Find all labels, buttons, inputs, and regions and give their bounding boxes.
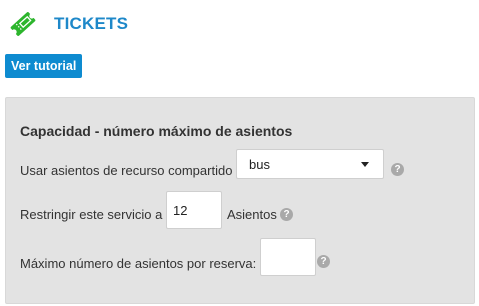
seats-label: Asientos bbox=[227, 207, 277, 222]
help-icon[interactable]: ? bbox=[391, 163, 404, 176]
max-per-booking-input[interactable] bbox=[260, 238, 316, 276]
panel-title: Capacidad - número máximo de asientos bbox=[20, 123, 293, 139]
max-per-booking-field[interactable] bbox=[261, 239, 315, 275]
help-icon[interactable]: ? bbox=[317, 255, 330, 268]
max-per-booking-label: Máximo número de asientos por reserva: bbox=[20, 256, 257, 271]
shared-resource-value: bus bbox=[249, 157, 270, 172]
ticket-icon bbox=[8, 10, 38, 38]
tutorial-button[interactable]: Ver tutorial bbox=[5, 54, 83, 78]
restrict-seats-input[interactable] bbox=[166, 191, 222, 229]
restrict-seats-field[interactable] bbox=[167, 192, 221, 228]
restrict-label: Restringir este servicio a bbox=[20, 207, 163, 222]
capacity-panel: Capacidad - número máximo de asientos Us… bbox=[5, 97, 475, 304]
chevron-down-icon bbox=[361, 162, 369, 167]
help-icon[interactable]: ? bbox=[280, 208, 293, 221]
shared-resource-label: Usar asientos de recurso compartido bbox=[20, 163, 233, 178]
shared-resource-select[interactable]: bus bbox=[236, 149, 384, 179]
page-title: TICKETS bbox=[54, 14, 129, 33]
page-header: TICKETS bbox=[8, 8, 128, 40]
